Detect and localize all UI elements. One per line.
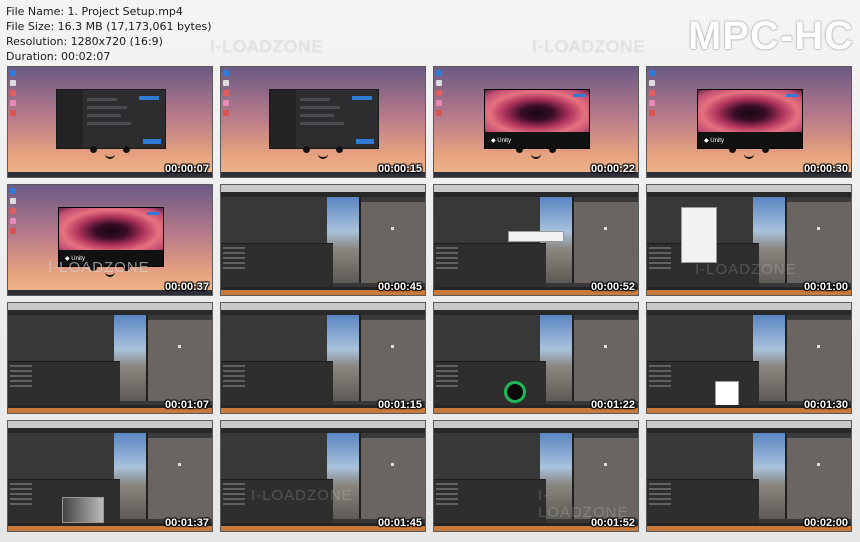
thumbnail-timestamp: 00:00:52 bbox=[590, 281, 635, 293]
mpc-hc-logo: MPC-HC bbox=[688, 14, 854, 58]
thumbnail-grid: 00:00:07 00:00:15 ◆ Unity 00:00:22 ◆ Uni… bbox=[7, 66, 852, 532]
thumbnail[interactable]: 00:02:00 bbox=[646, 420, 852, 532]
thumbnail-timestamp: 00:01:52 bbox=[590, 517, 635, 529]
thumbnail-timestamp: 00:00:22 bbox=[590, 163, 635, 175]
thumbnail-timestamp: 00:00:15 bbox=[377, 163, 422, 175]
thumbnail-timestamp: 00:02:00 bbox=[803, 517, 848, 529]
file-size: File Size: 16.3 MB (17,173,061 bytes) bbox=[6, 20, 212, 33]
thumbnail-timestamp: 00:01:45 bbox=[377, 517, 422, 529]
thumbnail-timestamp: 00:01:15 bbox=[377, 399, 422, 411]
thumbnail[interactable]: 00:01:30 bbox=[646, 302, 852, 414]
thumbnail[interactable]: I-LOADZONE 00:01:45 bbox=[220, 420, 426, 532]
thumbnail-timestamp: 00:01:22 bbox=[590, 399, 635, 411]
thumbnail-timestamp: 00:01:07 bbox=[164, 399, 209, 411]
file-name: File Name: 1. Project Setup.mp4 bbox=[6, 5, 183, 18]
thumbnail[interactable]: I-LOADZONE 00:01:00 bbox=[646, 184, 852, 296]
thumbnail[interactable]: 00:01:07 bbox=[7, 302, 213, 414]
thumbnail[interactable]: 00:01:15 bbox=[220, 302, 426, 414]
resolution: Resolution: 1280x720 (16:9) bbox=[6, 35, 163, 48]
thumbnail[interactable]: ◆ Unity 00:00:22 bbox=[433, 66, 639, 178]
thumbnail[interactable]: ◆ Unity 00:00:30 bbox=[646, 66, 852, 178]
thumbnail[interactable]: 00:00:07 bbox=[7, 66, 213, 178]
thumbnail[interactable]: 00:00:52 bbox=[433, 184, 639, 296]
watermark-top-1: I-LOADZONE bbox=[210, 37, 324, 56]
thumbnail-timestamp: 00:00:45 bbox=[377, 281, 422, 293]
thumbnail-timestamp: 00:01:30 bbox=[803, 399, 848, 411]
thumbnail[interactable]: 00:00:15 bbox=[220, 66, 426, 178]
duration: Duration: 00:02:07 bbox=[6, 50, 111, 63]
thumbnail-timestamp: 00:00:37 bbox=[164, 281, 209, 293]
thumbnail[interactable]: I-LOADZONE 00:01:52 bbox=[433, 420, 639, 532]
thumbnail[interactable]: ◆ Unity I-LOADZONE 00:00:37 bbox=[7, 184, 213, 296]
thumbnail-timestamp: 00:00:07 bbox=[164, 163, 209, 175]
thumbnail[interactable]: 00:01:22 bbox=[433, 302, 639, 414]
watermark-top-2: I-LOADZONE bbox=[532, 37, 646, 56]
thumbnail[interactable]: 00:01:37 bbox=[7, 420, 213, 532]
thumbnail-timestamp: 00:00:30 bbox=[803, 163, 848, 175]
thumbnail[interactable]: 00:00:45 bbox=[220, 184, 426, 296]
file-info: File Name: 1. Project Setup.mp4 File Siz… bbox=[6, 4, 212, 64]
thumbnail-timestamp: 00:01:00 bbox=[803, 281, 848, 293]
thumbnail-timestamp: 00:01:37 bbox=[164, 517, 209, 529]
